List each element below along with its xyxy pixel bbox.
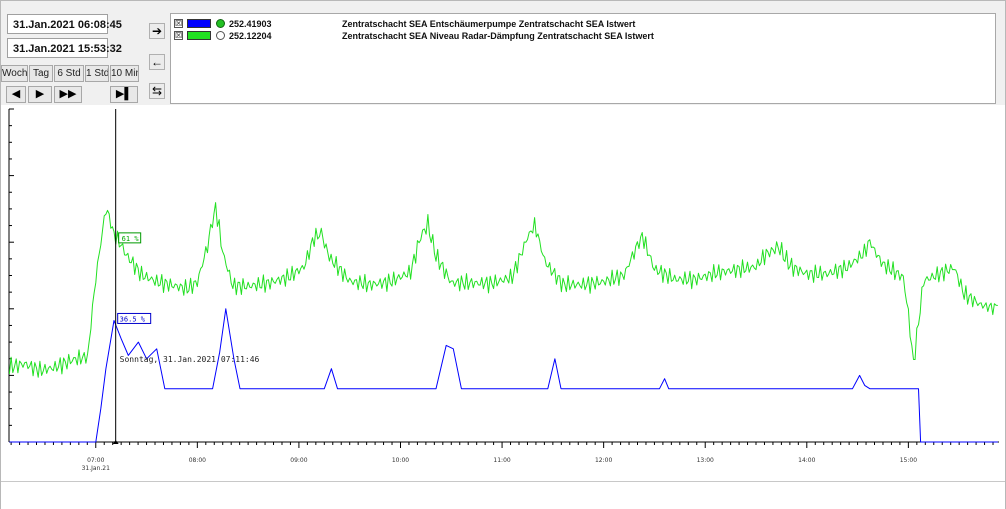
- range-day-button[interactable]: Tag: [29, 65, 53, 82]
- arrow-right-icon: ▶: [35, 88, 45, 100]
- nav-end-button[interactable]: ▶▌: [110, 86, 138, 103]
- green-value-text: 61 %: [122, 235, 140, 243]
- x-tick-label: 14:00: [798, 457, 815, 464]
- x-tick-label: 10:00: [392, 457, 409, 464]
- control-panel: 31.Jan.2021 06:08:45 31.Jan.2021 15:53:3…: [1, 1, 1005, 106]
- cursor-green-value: 61 %: [118, 232, 142, 244]
- x-date-label: 31.Jan.21: [82, 465, 111, 472]
- end-time-field[interactable]: 31.Jan.2021 15:53:32: [7, 38, 122, 58]
- start-time-field[interactable]: 31.Jan.2021 06:08:45: [7, 14, 122, 34]
- cursor-blue-value: 36.5 %: [117, 312, 152, 324]
- x-tick-label: 07:00: [87, 457, 104, 464]
- series-color-swatch: [187, 19, 211, 28]
- status-strip: [1, 481, 1005, 509]
- move-left-button[interactable]: ←: [149, 54, 165, 70]
- nav-back-button[interactable]: ◀: [6, 86, 26, 103]
- x-tick-label: 09:00: [290, 457, 307, 464]
- status-ok-icon: [216, 19, 225, 28]
- x-tick-label: 08:00: [189, 457, 206, 464]
- trend-chart[interactable]: 07:0031.Jan.21 08:00 09:00 10:00 11:00 12:00 1…: [1, 105, 1005, 481]
- legend-panel: ☒ 252.41903 Zentratschacht SEA Entschäum…: [170, 13, 996, 104]
- swap-icon: ⇆: [151, 84, 163, 98]
- fast-forward-icon: ▶▶: [59, 88, 77, 100]
- legend-value: 252.12204: [229, 31, 272, 41]
- legend-value: 252.41903: [229, 19, 272, 29]
- x-tick-label: 11:00: [493, 457, 510, 464]
- arrow-left-icon: ◀: [11, 88, 21, 100]
- legend-description: Zentratschacht SEA Niveau Radar-Dämpfung…: [342, 31, 654, 41]
- range-week-button[interactable]: Woche: [1, 65, 28, 82]
- nav-fast-forward-button[interactable]: ▶▶: [54, 86, 82, 103]
- arrow-right-icon: ➔: [151, 24, 163, 38]
- legend-description: Zentratschacht SEA Entschäumerpumpe Zent…: [342, 19, 636, 29]
- nav-forward-button[interactable]: ▶: [28, 86, 52, 103]
- swap-button[interactable]: ⇆: [149, 83, 165, 99]
- range-1h-button[interactable]: 1 Std: [85, 65, 109, 82]
- skip-end-icon: ▶▌: [115, 88, 133, 100]
- range-10min-button[interactable]: 10 Min: [110, 65, 139, 82]
- blue-value-text: 36.5 %: [120, 315, 146, 323]
- legend-row[interactable]: ☒ 252.41903 Zentratschacht SEA Entschäum…: [171, 19, 995, 30]
- range-6h-button[interactable]: 6 Std: [54, 65, 84, 82]
- chart-background: [1, 105, 1005, 481]
- legend-row[interactable]: ☒ 252.12204 Zentratschacht SEA Niveau Ra…: [171, 31, 995, 42]
- move-right-button[interactable]: ➔: [149, 23, 165, 39]
- arrow-left-icon: ←: [151, 55, 163, 69]
- x-tick-label: 12:00: [595, 457, 612, 464]
- x-tick-label: 13:00: [697, 457, 714, 464]
- trend-window: 31.Jan.2021 06:08:45 31.Jan.2021 15:53:3…: [0, 0, 1006, 509]
- checkbox-icon[interactable]: ☒: [174, 31, 183, 40]
- checkbox-icon[interactable]: ☒: [174, 19, 183, 28]
- cursor-timestamp-label: Sonntag, 31.Jan.2021 07:11:46: [120, 355, 260, 364]
- series-color-swatch: [187, 31, 211, 40]
- x-tick-label: 15:00: [900, 457, 917, 464]
- sensor-icon: [216, 31, 225, 40]
